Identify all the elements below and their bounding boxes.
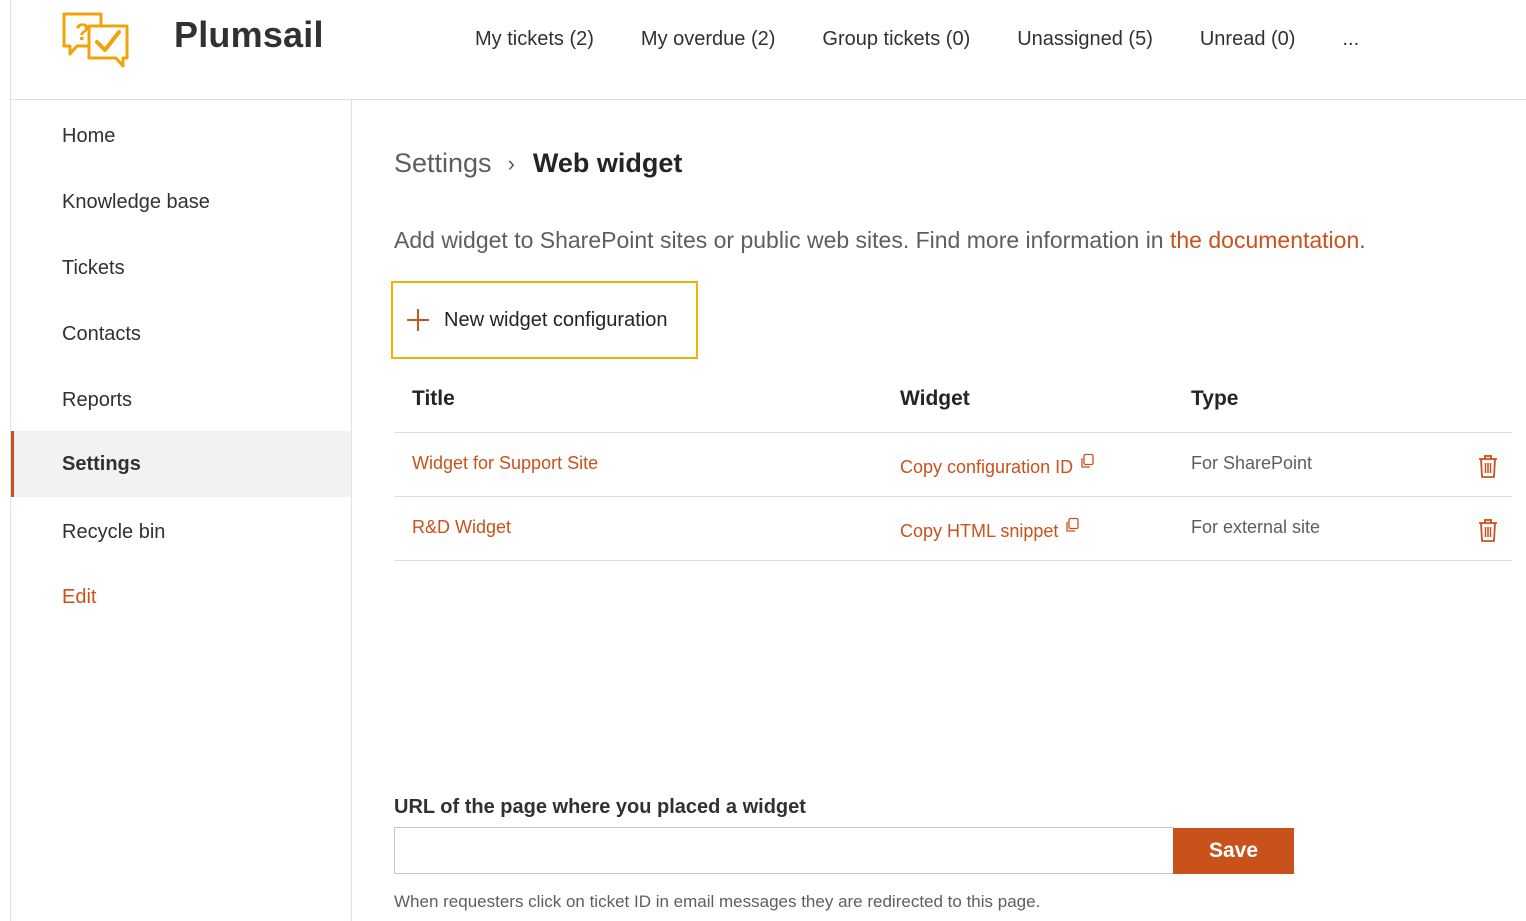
copy-link-label: Copy configuration ID [900,457,1074,477]
trash-icon[interactable] [1477,453,1499,479]
save-button[interactable]: Save [1173,828,1294,874]
breadcrumb-settings[interactable]: Settings [394,148,492,179]
column-widget[interactable]: Widget [900,387,970,411]
copy-configuration-id-link[interactable]: Copy configuration ID [900,453,1095,478]
app-window: ? Plumsail My tickets (2) My overdue (2)… [10,0,1526,921]
plus-icon [407,309,429,331]
nav-my-overdue[interactable]: My overdue (2) [641,28,776,51]
url-field-label: URL of the page where you placed a widge… [394,796,806,818]
table-row: Widget for Support Site Copy configurati… [394,433,1512,497]
top-header: ? Plumsail My tickets (2) My overdue (2)… [11,0,1526,100]
top-nav: My tickets (2) My overdue (2) Group tick… [475,24,1359,54]
column-type[interactable]: Type [1191,387,1238,411]
table-header: Title Widget Type [394,370,1512,433]
nav-group-tickets[interactable]: Group tickets (0) [822,28,970,51]
widget-type: For external site [1191,517,1321,537]
column-title[interactable]: Title [412,387,455,411]
widget-title-link[interactable]: R&D Widget [412,517,511,538]
documentation-link[interactable]: the documentation [1170,227,1359,253]
copy-html-snippet-link[interactable]: Copy HTML snippet [900,517,1080,542]
widget-type: For SharePoint [1191,453,1313,473]
widgets-table: Title Widget Type Widget for Support Sit… [394,370,1512,561]
widget-title-link[interactable]: Widget for Support Site [412,453,598,474]
sidebar-item-settings[interactable]: Settings [11,431,351,497]
nav-my-tickets[interactable]: My tickets (2) [475,28,594,51]
brand-name: Plumsail [174,14,324,55]
main-content: Settings › Web widget Add widget to Shar… [353,100,1526,921]
copy-link-label: Copy HTML snippet [900,521,1059,541]
sidebar-item-knowledge-base[interactable]: Knowledge base [11,169,351,235]
trash-icon[interactable] [1477,517,1499,543]
table-row: R&D Widget Copy HTML snippet For externa… [394,497,1512,561]
chevron-right-icon: › [507,150,515,176]
new-widget-configuration-label: New widget configuration [444,308,668,331]
copy-icon [1081,453,1094,468]
nav-unread[interactable]: Unread (0) [1200,28,1296,51]
sidebar: Home Knowledge base Tickets Contacts Rep… [11,100,352,921]
description-end: . [1359,227,1366,253]
breadcrumb: Settings › Web widget [394,148,682,179]
plumsail-logo-icon[interactable]: ? [61,12,131,70]
sidebar-item-home[interactable]: Home [11,103,351,169]
page-title: Web widget [532,148,683,178]
copy-icon [1066,517,1080,532]
page-description: Add widget to SharePoint sites or public… [394,227,1366,254]
sidebar-item-contacts[interactable]: Contacts [11,301,351,367]
new-widget-configuration-button[interactable]: New widget configuration [391,281,698,359]
sidebar-item-recycle-bin[interactable]: Recycle bin [11,499,351,565]
description-text: Add widget to SharePoint sites or public… [394,227,1170,253]
nav-more-button[interactable]: ... [1342,28,1359,51]
sidebar-item-reports[interactable]: Reports [11,367,351,433]
url-input[interactable] [394,827,1174,874]
url-hint-text: When requesters click on ticket ID in em… [394,892,1041,911]
svg-text:?: ? [75,19,90,46]
sidebar-edit-link[interactable]: Edit [11,564,351,630]
sidebar-item-tickets[interactable]: Tickets [11,235,351,301]
nav-unassigned[interactable]: Unassigned (5) [1017,28,1153,51]
